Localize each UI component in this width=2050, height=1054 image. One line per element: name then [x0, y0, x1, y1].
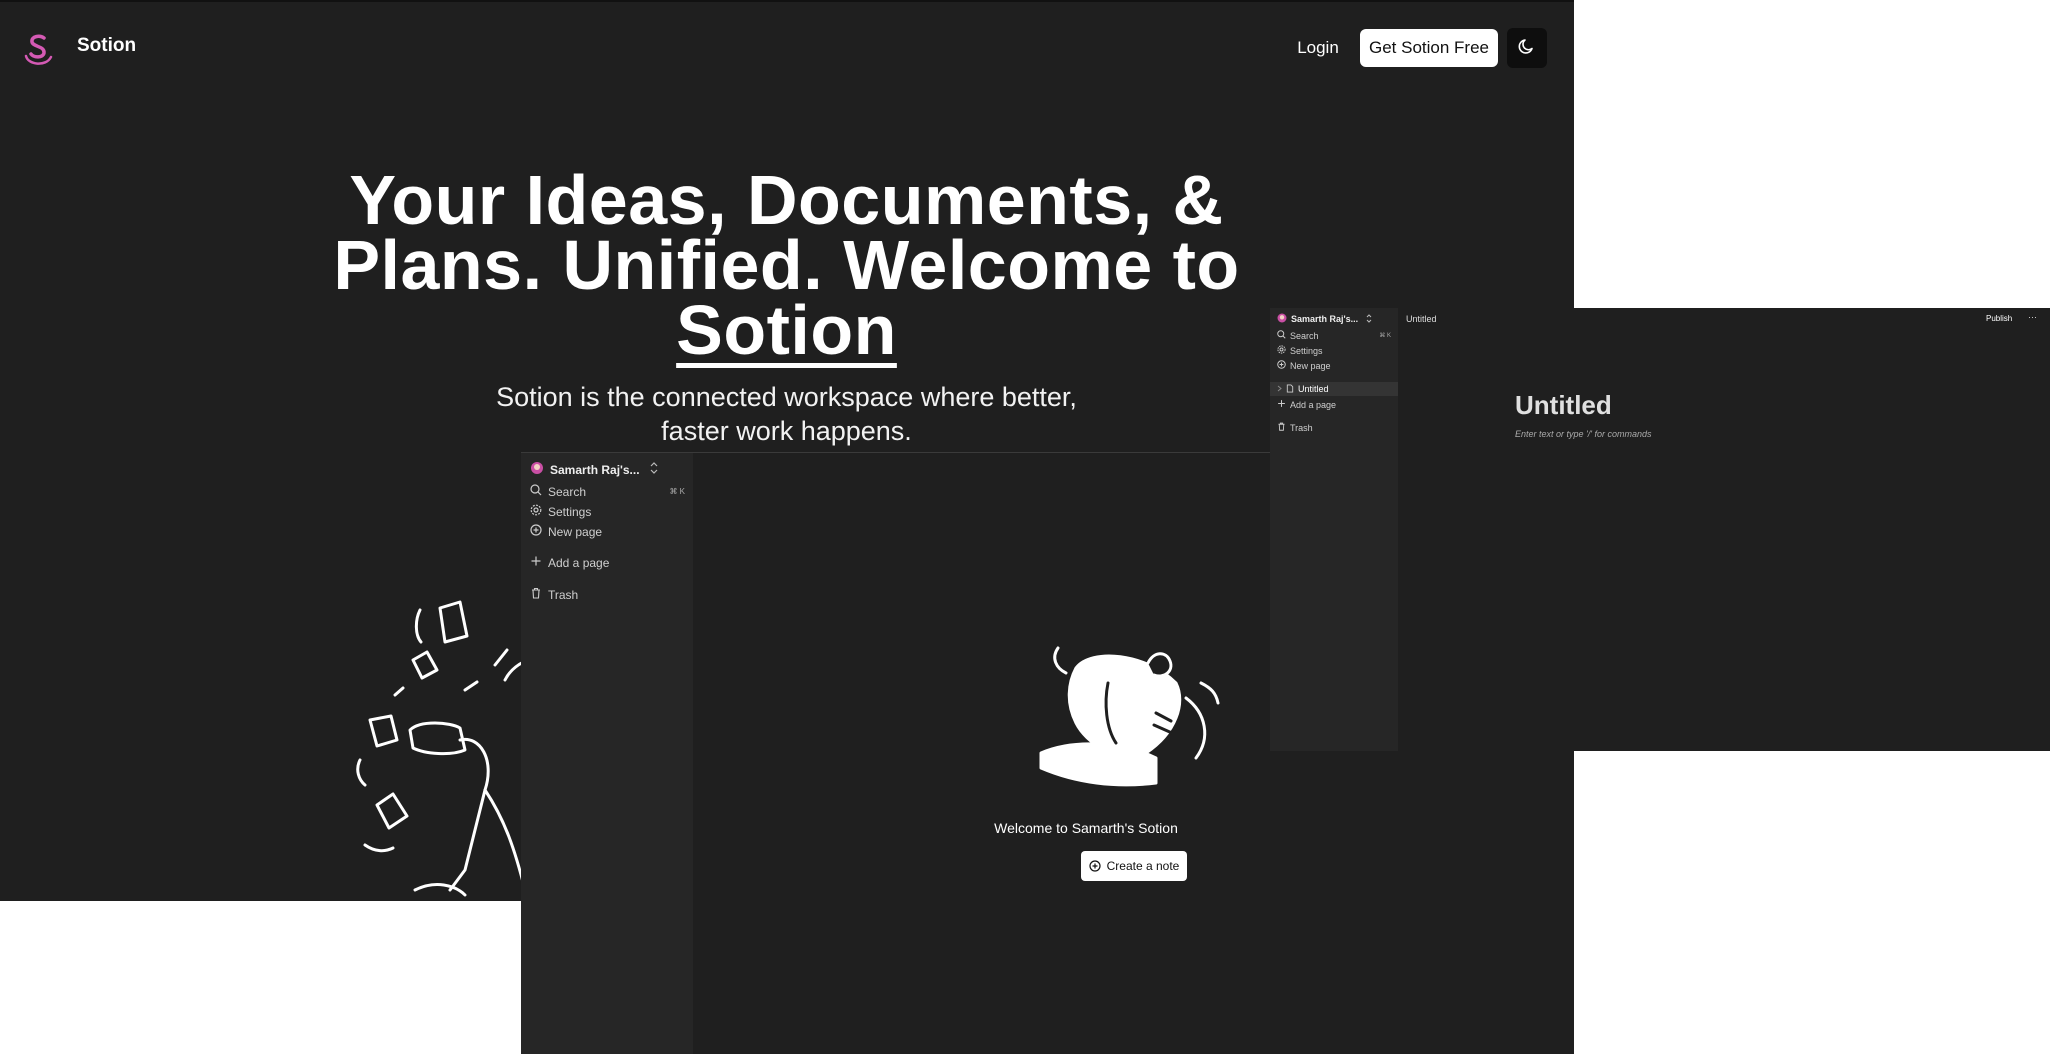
app-preview-document: Samarth Raj's... Search ⌘ K Settings New…	[1270, 308, 2050, 751]
paper-toss-illustration	[355, 590, 532, 901]
sidebar-item-label: Add a page	[548, 555, 610, 570]
workspace-name: Samarth Raj's...	[550, 462, 640, 477]
avatar	[1277, 313, 1287, 325]
hero-subtitle: Sotion is the connected workspace where …	[496, 382, 1077, 446]
sidebar-item-label: Trash	[548, 587, 579, 602]
chevron-updown-icon	[650, 462, 658, 477]
trash-icon	[1277, 422, 1290, 433]
sidebar-item-trash[interactable]: Trash	[530, 587, 578, 602]
get-sotion-free-button[interactable]: Get Sotion Free	[1360, 29, 1498, 67]
sidebar-item-untitled[interactable]: Untitled	[1270, 382, 1398, 396]
search-icon	[1277, 330, 1290, 341]
moon-icon	[1517, 36, 1537, 61]
plus-circle-icon	[1089, 860, 1101, 872]
sidebar-item-label: Trash	[1290, 422, 1313, 433]
sidebar-item-label: Untitled	[1298, 384, 1329, 394]
sidebar-item-new-page[interactable]: New page	[1277, 360, 1331, 371]
document-editor-placeholder[interactable]: Enter text or type '/' for commands	[1515, 429, 1652, 439]
sidebar-item-label: Search	[1290, 330, 1319, 341]
gear-icon	[1277, 345, 1290, 356]
welcome-message: Welcome to Samarth's Sotion	[994, 820, 1178, 836]
sidebar-item-add-page[interactable]: Add a page	[1277, 399, 1336, 410]
breadcrumb[interactable]: Untitled	[1406, 314, 1437, 324]
create-note-label: Create a note	[1106, 859, 1180, 873]
sidebar-item-new-page[interactable]: New page	[530, 524, 602, 539]
file-icon	[1286, 383, 1298, 395]
sidebar: Samarth Raj's... Search ⌘ K Settings New…	[1270, 308, 1398, 751]
empty-state-illustration	[1036, 643, 1231, 793]
plus-circle-icon	[530, 524, 548, 539]
top-border	[0, 0, 1574, 2]
chevron-right-icon	[1277, 384, 1286, 394]
plus-icon	[1277, 399, 1290, 410]
sidebar-item-label: New page	[548, 524, 603, 539]
workspace-switcher[interactable]: Samarth Raj's...	[1277, 313, 1389, 325]
hero-heading: Your Ideas, Documents, & Plans. Unified.…	[330, 165, 1243, 365]
sidebar-item-label: Add a page	[1290, 399, 1337, 410]
sidebar-item-settings[interactable]: Settings	[530, 504, 591, 519]
plus-circle-icon	[1277, 360, 1290, 371]
brand-name[interactable]: Sotion	[77, 35, 136, 57]
workspace-name: Samarth Raj's...	[1291, 314, 1359, 324]
hero-heading-text: Your Ideas, Documents, & Plans. Unified.…	[333, 161, 1240, 304]
workspace-switcher[interactable]: Samarth Raj's...	[530, 461, 680, 478]
document-title[interactable]: Untitled	[1515, 390, 1612, 421]
sidebar-item-settings[interactable]: Settings	[1277, 345, 1323, 356]
login-button[interactable]: Login	[1288, 30, 1348, 66]
avatar	[530, 461, 544, 478]
sotion-logo-icon[interactable]	[22, 32, 56, 68]
sidebar-item-add-page[interactable]: Add a page	[530, 555, 609, 570]
hero-heading-brand: Sotion	[676, 291, 897, 369]
plus-icon	[530, 555, 548, 570]
sidebar-item-label: Settings	[1290, 345, 1323, 356]
trash-icon	[530, 587, 548, 602]
gear-icon	[530, 504, 548, 519]
shortcut-hint: ⌘ K	[1379, 333, 1391, 339]
publish-button[interactable]: Publish	[1986, 314, 2012, 323]
chevron-updown-icon	[1366, 313, 1372, 325]
sidebar-item-label: Settings	[548, 504, 592, 519]
sidebar-item-label: Search	[548, 484, 587, 499]
sidebar-item-label: New page	[1290, 360, 1331, 371]
sidebar: Samarth Raj's... Search ⌘ K Settings New…	[521, 453, 693, 1054]
shortcut-hint: ⌘ K	[669, 487, 685, 496]
theme-toggle-button[interactable]	[1507, 28, 1547, 68]
more-menu-button[interactable]: ···	[2028, 312, 2037, 322]
create-note-button[interactable]: Create a note	[1081, 851, 1187, 881]
sidebar-item-trash[interactable]: Trash	[1277, 422, 1313, 433]
search-icon	[530, 484, 548, 499]
sidebar-item-search[interactable]: Search ⌘ K	[530, 484, 685, 499]
sidebar-item-search[interactable]: Search ⌘ K	[1277, 330, 1391, 341]
